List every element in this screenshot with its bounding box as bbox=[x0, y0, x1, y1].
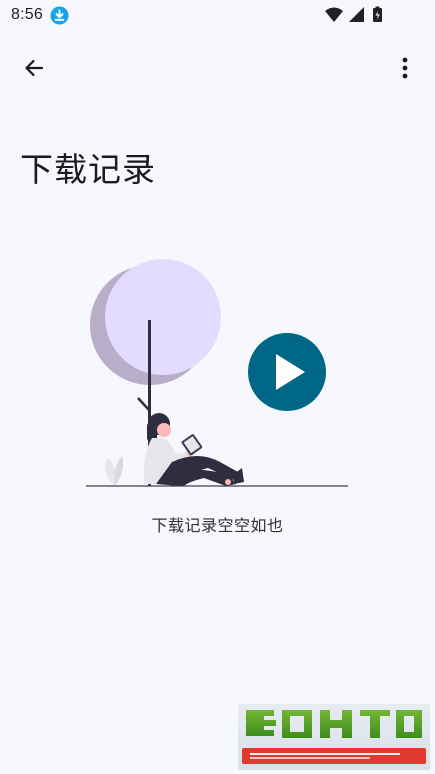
wifi-icon bbox=[325, 7, 343, 22]
download-notification-icon bbox=[50, 6, 69, 25]
empty-state-illustration bbox=[86, 259, 348, 487]
cell-signal-icon bbox=[349, 7, 364, 22]
status-time: 8:56 bbox=[11, 6, 43, 23]
status-bar: 8:56 bbox=[0, 0, 435, 32]
reading-person-illustration bbox=[143, 413, 244, 486]
status-icons bbox=[325, 6, 405, 24]
more-vert-icon bbox=[402, 57, 408, 79]
plant-illustration bbox=[105, 456, 124, 486]
play-icon bbox=[248, 333, 326, 411]
top-app-bar bbox=[0, 40, 435, 96]
page-title: 下载记录 bbox=[20, 150, 156, 189]
back-button[interactable] bbox=[14, 48, 54, 88]
watermark-logo bbox=[238, 704, 430, 770]
arrow-back-icon bbox=[25, 59, 44, 77]
more-options-button[interactable] bbox=[389, 48, 421, 88]
empty-state-message: 下载记录空空如也 bbox=[151, 516, 284, 535]
battery-icon bbox=[373, 6, 382, 22]
